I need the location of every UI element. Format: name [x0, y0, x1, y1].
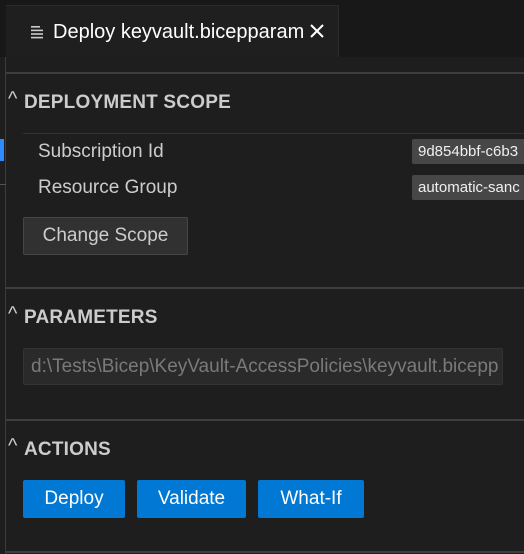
deploy-button[interactable]: Deploy [23, 480, 125, 518]
subscription-value: 9d854bbf-c6b3 [412, 139, 524, 164]
section-divider [6, 419, 524, 421]
section-title-parameters: PARAMETERS [24, 307, 158, 328]
tab-bar: Deploy keyvault.bicepparam [0, 0, 524, 57]
resource-group-value: automatic-sanc [412, 175, 524, 200]
tab-title: Deploy keyvault.bicepparam [53, 21, 305, 43]
panel-left-border [5, 57, 6, 554]
section-header-actions[interactable]: ^ ACTIONS [8, 435, 111, 461]
gutter-selection-marker [0, 139, 4, 161]
gutter-divider [0, 184, 6, 185]
row-divider [23, 133, 524, 134]
validate-button[interactable]: Validate [137, 480, 246, 518]
file-lines-icon [31, 26, 43, 39]
section-header-scope[interactable]: ^ DEPLOYMENT SCOPE [8, 88, 231, 114]
section-title-scope: DEPLOYMENT SCOPE [24, 92, 231, 113]
subscription-label: Subscription Id [38, 141, 164, 162]
section-divider [6, 551, 524, 553]
section-title-actions: ACTIONS [24, 439, 111, 460]
chevron-up-icon: ^ [8, 303, 18, 325]
what-if-button[interactable]: What-If [258, 480, 364, 518]
chevron-up-icon: ^ [8, 88, 18, 110]
parameters-file-field[interactable]: d:\Tests\Bicep\KeyVault-AccessPolicies\k… [23, 348, 503, 385]
change-scope-button[interactable]: Change Scope [23, 217, 188, 255]
section-divider [6, 72, 524, 74]
close-icon[interactable] [306, 20, 328, 42]
section-header-parameters[interactable]: ^ PARAMETERS [8, 303, 158, 329]
resource-group-label: Resource Group [38, 177, 178, 198]
editor-tab[interactable]: Deploy keyvault.bicepparam [6, 5, 339, 57]
section-divider [6, 287, 524, 289]
chevron-up-icon: ^ [8, 435, 18, 457]
